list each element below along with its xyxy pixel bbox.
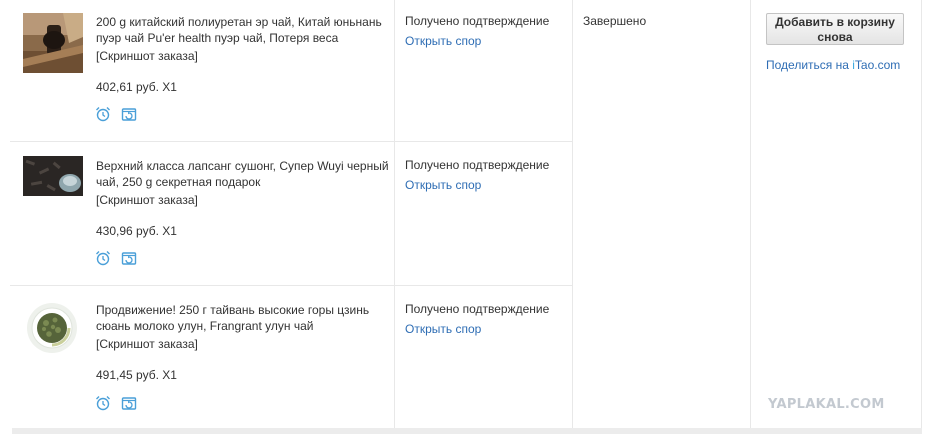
open-dispute-link[interactable]: Открыть спор bbox=[405, 34, 481, 48]
refresh-tray-icon[interactable] bbox=[121, 106, 137, 122]
product-title[interactable]: Продвижение! 250 г тайвань высокие горы … bbox=[96, 302, 396, 334]
orders-table: 200 g китайский полиуретан эр чай, Китай… bbox=[10, 0, 922, 428]
pu-erh-tea-image[interactable] bbox=[23, 13, 83, 73]
product-title[interactable]: Верхний класса лапсанг сушонг, Супер Wuy… bbox=[96, 158, 396, 190]
order-snapshot-link[interactable]: [Скриншот заказа] bbox=[96, 193, 198, 207]
share-suffix: .com bbox=[874, 58, 901, 72]
price-quantity: 402,61 руб. X1 bbox=[96, 80, 177, 94]
open-dispute-link[interactable]: Открыть спор bbox=[405, 178, 481, 192]
oolong-tea-image[interactable] bbox=[23, 301, 83, 361]
order-status: Получено подтверждение bbox=[405, 158, 550, 172]
alarm-clock-icon[interactable] bbox=[95, 250, 111, 266]
order-snapshot-link[interactable]: [Скриншот заказа] bbox=[96, 337, 198, 351]
order-status: Получено подтверждение bbox=[405, 302, 550, 316]
price-quantity: 430,96 руб. X1 bbox=[96, 224, 177, 238]
order-snapshot-link[interactable]: [Скриншот заказа] bbox=[96, 49, 198, 63]
product-title[interactable]: 200 g китайский полиуретан эр чай, Китай… bbox=[96, 14, 396, 46]
black-tea-image[interactable] bbox=[23, 156, 83, 196]
add-to-cart-again-button[interactable]: Добавить в корзину снова bbox=[766, 13, 904, 45]
order-status: Получено подтверждение bbox=[405, 14, 550, 28]
share-tao: Tao bbox=[854, 58, 875, 72]
share-on-itao-link[interactable]: Поделиться на iTao.com bbox=[766, 58, 900, 72]
refresh-tray-icon[interactable] bbox=[121, 395, 137, 411]
open-dispute-link[interactable]: Открыть спор bbox=[405, 322, 481, 336]
order-completed-status: Завершено bbox=[583, 14, 647, 28]
share-prefix: Поделиться на bbox=[766, 58, 853, 72]
order-row: Верхний класса лапсанг сушонг, Супер Wuy… bbox=[10, 144, 922, 288]
add-to-cart-again-label: Добавить в корзину снова bbox=[775, 14, 895, 44]
alarm-clock-icon[interactable] bbox=[95, 106, 111, 122]
refresh-tray-icon[interactable] bbox=[121, 250, 137, 266]
alarm-clock-icon[interactable] bbox=[95, 395, 111, 411]
watermark: YAPLAKAL.COM bbox=[768, 397, 885, 412]
bottom-scroll-bar bbox=[12, 428, 922, 434]
price-quantity: 491,45 руб. X1 bbox=[96, 368, 177, 382]
